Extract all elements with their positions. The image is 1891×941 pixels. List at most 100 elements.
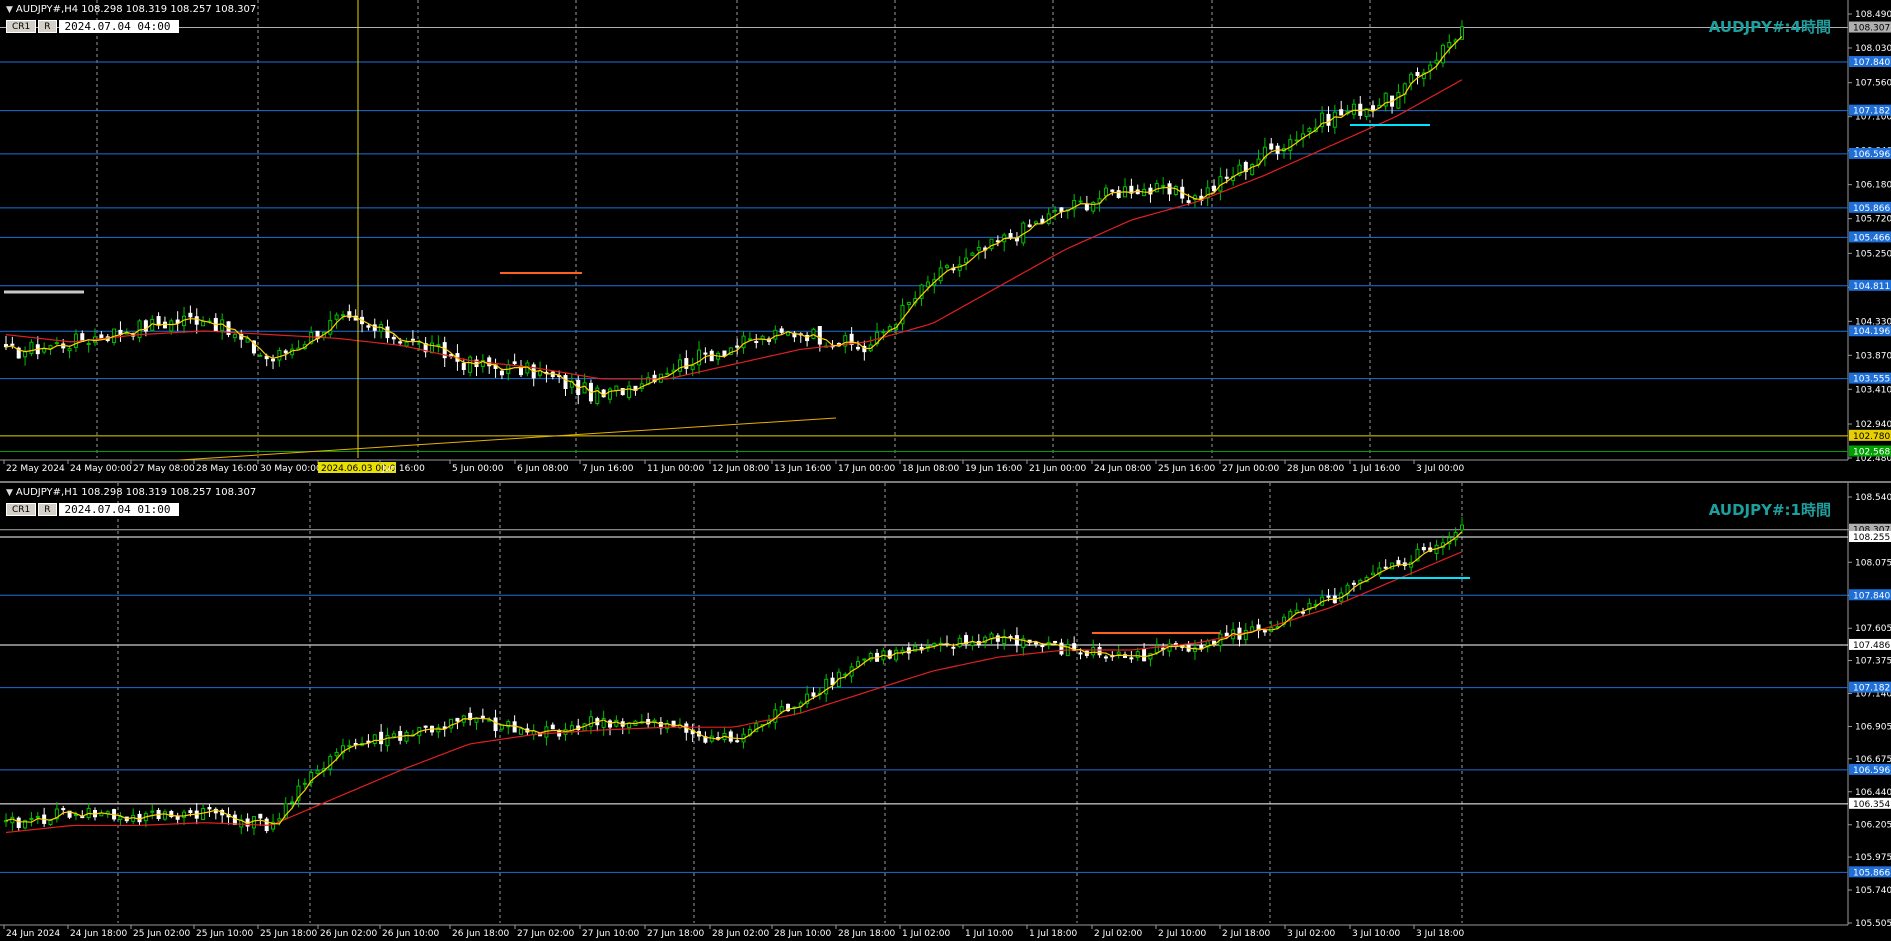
candle-body [1027,224,1032,228]
candle-body [1243,629,1248,641]
h1-symbol-header: ▼ AUDJPY#,H1 108.298 108.319 108.257 108.… [6,487,256,498]
candle-body [703,352,708,355]
price-tick-label: 106.180 [1855,181,1891,191]
time-axis-label: 25 Jun 10:00 [196,929,253,939]
candle-body [1351,582,1356,585]
price-level-tag-label: 107.182 [1853,107,1890,117]
candle-body [232,814,237,825]
time-axis-label: 25 Jun 16:00 [1158,464,1215,474]
candle-body [1434,59,1439,64]
candle-body [1078,652,1083,655]
candle-body [563,375,568,390]
candle-body [811,692,816,697]
candle-body [258,354,263,357]
h1-timestamp-field[interactable]: 2024.07.04 01:00 [58,503,179,516]
candle-body [1034,642,1039,645]
time-axis-label: 3 Jul 00:00 [1416,464,1465,474]
price-tick-label: 107.605 [1855,624,1891,634]
candle-body [86,342,91,345]
time-axis-label: 13 Jun 16:00 [774,464,831,474]
h1-control-bar: CR1 R 2024.07.04 01:00 [6,503,179,516]
candle-body [302,782,307,785]
time-axis-label: 25 Jun 18:00 [260,929,317,939]
h4-cr1-button[interactable]: CR1 [6,20,37,33]
price-level-tag-label: 107.840 [1853,591,1890,601]
candle-body [487,719,492,722]
candle-body [747,338,752,341]
h1-header-text: AUDJPY#,H1 108.298 108.319 108.257 108.3… [15,487,257,498]
candle-body [468,356,473,373]
h4-timestamp-field[interactable]: 2024.07.04 04:00 [58,20,179,33]
h4-header-text: AUDJPY#,H4 108.298 108.319 108.257 108.3… [15,4,257,15]
time-axis-label: 28 May 16:00 [196,464,258,474]
time-axis-label: 28 Jun 18:00 [838,929,895,939]
time-axis-label: 27 Jun 02:00 [517,929,574,939]
candle-body [449,718,454,729]
h4-chart-canvas[interactable]: 108.490108.030107.560107.100106.640106.1… [0,0,1891,481]
candle-body [188,312,193,318]
price-tick-label: 105.250 [1855,249,1891,259]
time-axis-label: 30 May 00:00 [260,464,322,474]
candle-body [480,715,485,719]
h4-symbol-header: ▼ AUDJPY#,H4 108.298 108.319 108.257 108.… [6,4,256,15]
candle-body [550,724,555,730]
collapse-triangle-icon[interactable]: ▼ [6,488,13,498]
h4-chart-pane[interactable]: 108.490108.030107.560107.100106.640106.1… [0,0,1891,481]
h1-chart-canvas[interactable]: 108.540108.307108.075107.840107.605107.3… [0,483,1891,941]
price-tick-label: 108.075 [1855,558,1891,568]
candle-body [976,246,981,251]
candle-body [283,350,288,354]
candle-body [493,717,498,732]
time-axis-label: 1 Jul 18:00 [1029,929,1078,939]
candle-body [1173,185,1178,195]
price-level-tag-label: 108.255 [1853,533,1890,543]
time-axis-label: 6 Jun 08:00 [517,464,569,474]
h4-r-button[interactable]: R [38,20,57,33]
price-tick-label: 106.440 [1855,788,1891,798]
time-axis-label: 1 Jul 10:00 [965,929,1014,939]
candle-body [42,348,47,353]
h1-r-button[interactable]: R [38,503,57,516]
price-level-tag-label: 103.555 [1853,375,1890,385]
fast-moving-average-line [5,531,1463,825]
trend-line [179,417,837,461]
time-axis-label: 2 Jul 10:00 [1158,929,1207,939]
time-axis-label: 22 May 2024 [6,464,65,474]
candle-body [1326,113,1331,126]
price-tick-label: 106.675 [1855,755,1891,765]
price-level-tag-label: 106.596 [1853,150,1890,160]
h1-chart-pane[interactable]: 108.540108.307108.075107.840107.605107.3… [0,483,1891,941]
candle-body [156,316,161,326]
time-axis-label: 2 Jul 02:00 [1094,929,1143,939]
candle-body [73,333,78,348]
candle-body [519,728,524,735]
candle-body [391,336,396,340]
candle-body [1351,103,1356,115]
time-axis-label: 27 Jun 18:00 [647,929,704,939]
candle-body [944,265,949,268]
candle-body [455,717,460,722]
time-axis-label: 24 Jun 18:00 [70,929,127,939]
candle-body [372,734,377,745]
candle-body [137,813,142,823]
price-tick-label: 105.720 [1855,215,1891,225]
candle-body [1370,572,1375,576]
candle-body [290,801,295,804]
candle-body [54,342,59,345]
time-axis-label: 17 Jun 00:00 [838,464,895,474]
collapse-triangle-icon[interactable]: ▼ [6,5,13,15]
candle-body [328,755,333,770]
candle-body [194,316,199,325]
candle-body [67,348,72,352]
candle-body [1288,139,1293,151]
candle-body [1409,73,1414,84]
candle-body [1332,111,1337,128]
candle-body [162,811,167,820]
h1-cr1-button[interactable]: CR1 [6,503,37,516]
candle-body [900,649,905,653]
candle-body [1383,566,1388,569]
candle-body [995,240,1000,243]
time-axis-label: 19 Jun 16:00 [965,464,1022,474]
time-axis-label: 26 Jun 10:00 [382,929,439,939]
candle-body [404,341,409,347]
